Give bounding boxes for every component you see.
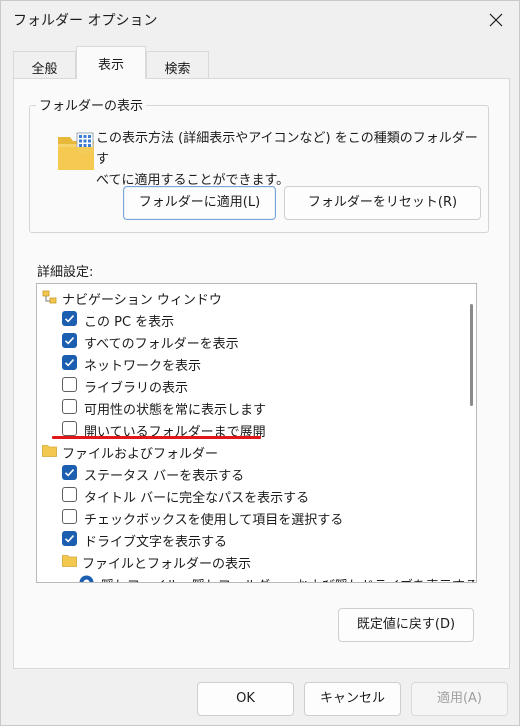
view-tab-panel: フォルダーの表示 この表示方法 (詳細表示やアイコンなど) をこの種類のフォルダ… [13,78,510,669]
checkbox-unchecked[interactable] [62,487,77,502]
cancel-button[interactable]: キャンセル [304,682,401,716]
navigation-pane-icon [42,290,57,304]
option-label: ステータス バーを表示する [84,469,245,484]
checkbox-unchecked[interactable] [62,421,77,436]
checkbox-checked[interactable] [62,465,77,480]
tree-group-navigation-pane: ナビゲーション ウィンドウ [37,286,457,308]
option-always-show-availability[interactable]: 可用性の状態を常に表示します [37,396,457,418]
radio-selected-icon[interactable] [79,575,94,583]
checkbox-unchecked[interactable] [62,509,77,524]
option-show-this-pc[interactable]: この PC を表示 [37,308,457,330]
option-label: すべてのフォルダーを表示 [84,337,239,352]
option-label: ネットワークを表示 [84,359,202,374]
tree-group-files-and-folders: ファイルおよびフォルダー [37,440,457,462]
folder-view-description: この表示方法 (詳細表示やアイコンなど) をこの種類のフォルダーす べてに適用す… [96,128,481,191]
option-show-libraries[interactable]: ライブラリの表示 [37,374,457,396]
option-use-checkboxes[interactable]: チェックボックスを使用して項目を選択する [37,506,457,528]
option-label: チェックボックスを使用して項目を選択する [84,513,344,528]
tab-search[interactable]: 検索 [146,51,209,79]
checkmark-icon [64,535,75,543]
tab-search-label: 検索 [164,62,191,77]
advanced-settings-label: 詳細設定: [37,265,94,280]
option-show-all-folders[interactable]: すべてのフォルダーを表示 [37,330,457,352]
folder-icon [42,445,57,457]
close-button[interactable] [473,1,519,39]
apply-button[interactable]: 適用(A) [411,682,508,716]
advanced-settings-list[interactable]: ナビゲーション ウィンドウ この PC を表示 すべてのフォルダーを表示 ネット… [36,283,477,583]
option-show-network[interactable]: ネットワークを表示 [37,352,457,374]
checkmark-icon [64,337,75,345]
tree-group-label: ファイルおよびフォルダー [62,447,219,462]
checkbox-checked[interactable] [62,311,77,326]
folder-options-dialog: フォルダー オプション 全般 表示 検索 フォルダーの表示 この表示方法 (詳細… [0,0,520,726]
checkmark-icon [64,315,75,323]
tree-group-label: ナビゲーション ウィンドウ [62,293,222,308]
option-show-status-bar[interactable]: ステータス バーを表示する [37,462,457,484]
checkmark-icon [64,469,75,477]
tab-view-label: 表示 [97,58,124,73]
tab-general[interactable]: 全般 [13,51,76,79]
option-show-hidden-files[interactable]: 隠しファイル、隠しフォルダー、および隠しドライブを表示する [37,572,476,583]
ok-button[interactable]: OK [197,682,294,716]
checkbox-checked[interactable] [62,333,77,348]
checkbox-checked[interactable] [62,355,77,370]
option-full-path-in-title-bar[interactable]: タイトル バーに完全なパスを表示する [37,484,457,506]
option-label: ライブラリの表示 [84,381,189,396]
checkmark-icon [64,359,75,367]
window-title: フォルダー オプション [13,13,158,29]
tree-group-label: ファイルとフォルダーの表示 [82,557,252,572]
apply-to-folders-button[interactable]: フォルダーに適用(L) [123,186,276,220]
folder-view-description-line1: この表示方法 (詳細表示やアイコンなど) をこの種類のフォルダーす [96,131,478,167]
option-label: ドライブ文字を表示する [84,535,228,550]
folder-view-group-label: フォルダーの表示 [36,95,147,114]
highlight-underline [52,436,261,439]
restore-defaults-button[interactable]: 既定値に戻す(D) [338,608,474,642]
option-label: 隠しファイル、隠しフォルダー、および隠しドライブを表示する [101,575,476,582]
scrollbar-thumb[interactable] [470,304,473,406]
tree-group-files-folders-display: ファイルとフォルダーの表示 [37,550,457,572]
checkbox-checked[interactable] [62,531,77,546]
folder-view-icon [57,131,95,175]
option-label: 可用性の状態を常に表示します [84,403,267,418]
reset-folders-button[interactable]: フォルダーをリセット(R) [284,186,481,220]
option-label: この PC を表示 [84,315,175,330]
checkbox-unchecked[interactable] [62,377,77,392]
close-icon [489,13,503,27]
title-bar: フォルダー オプション [1,1,519,39]
option-show-drive-letters[interactable]: ドライブ文字を表示する [37,528,457,550]
folder-icon [62,555,77,567]
option-label: タイトル バーに完全なパスを表示する [84,491,310,506]
checkbox-unchecked[interactable] [62,399,77,414]
tab-view[interactable]: 表示 [76,46,146,79]
tab-general-label: 全般 [31,62,58,77]
